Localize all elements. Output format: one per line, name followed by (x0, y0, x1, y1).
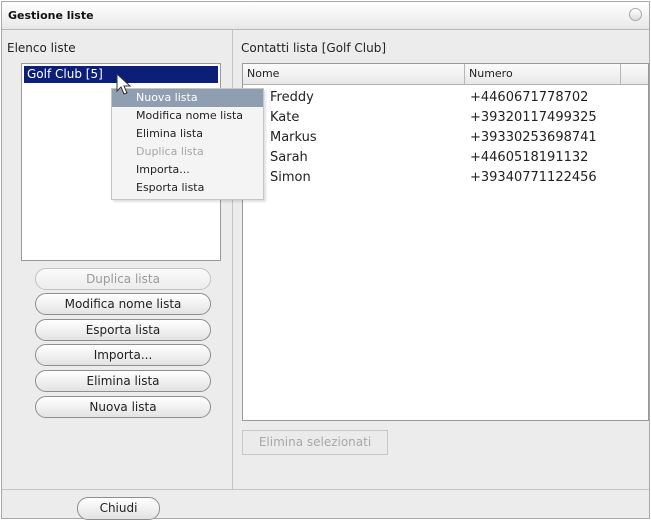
table-header: Nome Numero (243, 64, 648, 85)
contact-number: +39340771122456 (470, 170, 597, 185)
column-header-filler (621, 64, 648, 84)
column-header-number[interactable]: Numero (465, 64, 621, 84)
footer-divider (2, 489, 649, 490)
menu-item-duplicate-list[interactable]: Duplica lista (112, 143, 263, 161)
contact-name: Sarah (270, 150, 308, 165)
contact-name: Freddy (270, 90, 314, 105)
new-list-button[interactable]: Nuova lista (35, 396, 211, 418)
contacts-heading: Contatti lista [Golf Club] (241, 41, 387, 55)
lists-heading: Elenco liste (7, 41, 76, 55)
close-button[interactable]: Chiudi (77, 497, 160, 520)
circle-button-icon[interactable] (629, 8, 642, 21)
import-button[interactable]: Importa... (35, 344, 211, 366)
table-row[interactable]: Sarah +4460518191132 (243, 148, 648, 168)
contact-name: Kate (270, 110, 300, 125)
rename-list-button[interactable]: Modifica nome lista (35, 293, 211, 315)
table-row[interactable]: Freddy +4460671778702 (243, 88, 648, 108)
table-row[interactable]: Simon +39340771122456 (243, 168, 648, 188)
table-row[interactable]: Kate +39320117499325 (243, 108, 648, 128)
menu-item-import[interactable]: Importa... (112, 161, 263, 179)
contact-number: +4460671778702 (470, 90, 589, 105)
delete-selected-button[interactable]: Elimina selezionati (242, 430, 388, 455)
list-manager-window: Gestione liste Elenco liste Golf Club [5… (1, 1, 650, 520)
arrow-pointer-icon (116, 73, 132, 95)
contact-name: Simon (270, 170, 311, 185)
menu-item-delete-list[interactable]: Elimina lista (112, 125, 263, 143)
column-header-name[interactable]: Nome (243, 64, 465, 84)
title-bar: Gestione liste (2, 2, 649, 30)
window-title: Gestione liste (8, 9, 94, 22)
context-menu: Nuova lista Modifica nome lista Elimina … (111, 88, 264, 200)
duplicate-list-button[interactable]: Duplica lista (35, 268, 211, 290)
contacts-table[interactable]: Nome Numero Freddy +4460671778702 Kate +… (242, 63, 649, 421)
menu-item-export-list[interactable]: Esporta lista (112, 179, 263, 197)
contact-number: +39330253698741 (470, 130, 597, 145)
contact-number: +4460518191132 (470, 150, 589, 165)
menu-item-rename-list[interactable]: Modifica nome lista (112, 107, 263, 125)
contact-number: +39320117499325 (470, 110, 597, 125)
table-row[interactable]: Markus +39330253698741 (243, 128, 648, 148)
delete-list-button[interactable]: Elimina lista (35, 370, 211, 392)
menu-item-new-list[interactable]: Nuova lista (112, 89, 263, 107)
export-list-button[interactable]: Esporta lista (35, 319, 211, 341)
contact-name: Markus (270, 130, 317, 145)
